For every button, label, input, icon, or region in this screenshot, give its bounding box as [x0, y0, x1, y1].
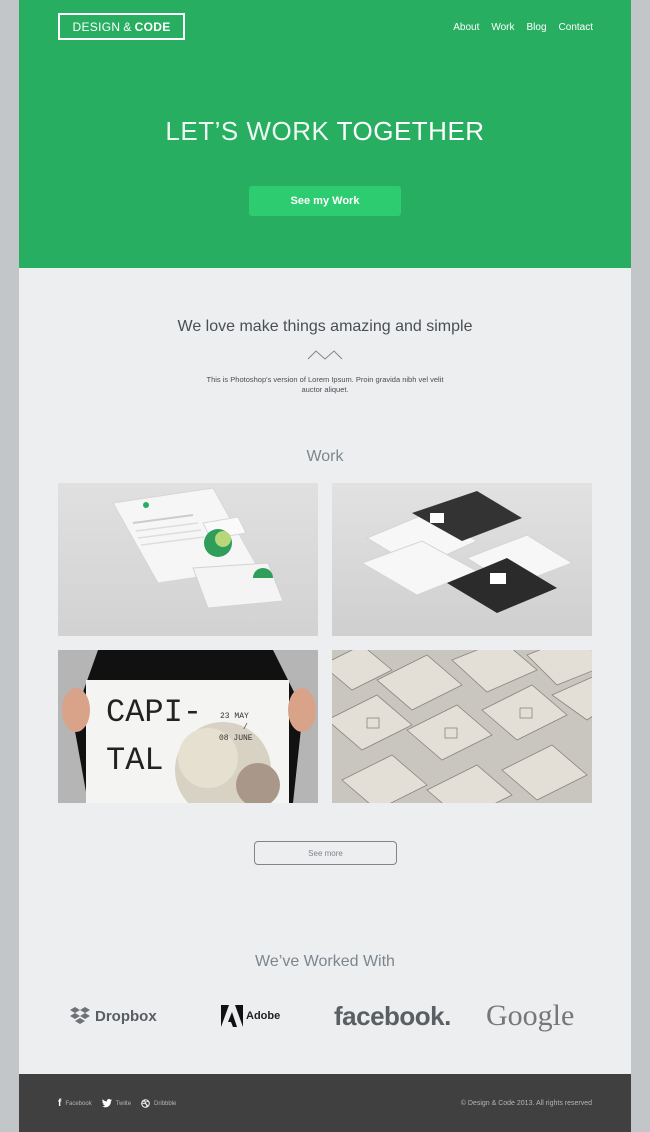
facebook-icon: f [58, 1098, 62, 1109]
clients-title: We’ve Worked With [255, 953, 395, 970]
logo-text-design: DESIGN [72, 19, 121, 34]
hero-title: LET’S WORK TOGETHER [19, 116, 631, 147]
poster-title-line1: CAPI- [106, 694, 203, 731]
work-tile-card-grid[interactable] [332, 650, 592, 803]
intro-text: This is Photoshop's version of Lorem Ips… [206, 375, 444, 394]
work-tile-stationery[interactable] [58, 483, 318, 636]
dropbox-icon [70, 1007, 90, 1024]
dribbble-icon [141, 1099, 150, 1108]
social-label-dribbble: Dribbble [154, 1100, 177, 1107]
zigzag-divider-icon [307, 350, 343, 360]
client-logo-facebook: facebook. [334, 996, 451, 1036]
client-logo-google: Google [486, 996, 574, 1036]
stationery-mockup-image [112, 487, 284, 609]
page: DESIGN & CODE About Work Blog Contact LE… [19, 0, 631, 1132]
nav-contact[interactable]: Contact [559, 22, 593, 33]
logo-text-code: CODE [134, 19, 171, 34]
see-more-button[interactable]: See more [254, 841, 397, 865]
poster-date-slash: / [243, 723, 248, 732]
hero-title-light: LET’S WORK [165, 116, 330, 146]
work-tile-poster[interactable]: CAPI- TAL 23 MAY / 08 JUNE [58, 650, 318, 803]
facebook-wordmark: facebook. [334, 1000, 451, 1031]
see-my-work-button[interactable]: See my Work [249, 186, 401, 216]
social-link-twitter[interactable]: Twiite [101, 1099, 132, 1108]
nav-about[interactable]: About [453, 22, 479, 33]
client-logo-dropbox: Dropbox [69, 996, 157, 1036]
copyright-text: © Design & Code 2013. All rights reserve… [460, 1100, 592, 1107]
intro-title: We love make things amazing and simple [177, 318, 473, 335]
main-nav: About Work Blog Contact [453, 22, 593, 33]
work-section-title: Work [306, 448, 344, 465]
logo-ampersand: & [123, 19, 132, 34]
social-link-dribbble[interactable]: Dribbble [141, 1099, 176, 1108]
adobe-wordmark: Adobe [246, 1010, 281, 1022]
social-link-facebook[interactable]: f Facebook [58, 1098, 92, 1109]
social-links: f Facebook Twiite Dribbble [58, 1098, 176, 1109]
client-logo-adobe: Adobe [221, 996, 280, 1036]
google-wordmark: Google [486, 999, 575, 1032]
poster-date-end: 08 JUNE [219, 734, 253, 743]
nav-work[interactable]: Work [491, 22, 514, 33]
social-label-facebook: Facebook [65, 1100, 92, 1107]
footer: f Facebook Twiite Dribbble © Design & Co… [19, 1074, 631, 1132]
site-logo[interactable]: DESIGN & CODE [58, 13, 185, 40]
work-tile-business-cards[interactable] [332, 483, 592, 636]
business-cards-mockup-image [360, 491, 574, 613]
card-grid-mockup-image [332, 650, 592, 803]
dropbox-wordmark: Dropbox [95, 1007, 157, 1025]
hero-title-bold: TOGETHER [336, 116, 485, 146]
nav-blog[interactable]: Blog [527, 22, 547, 33]
twitter-icon [101, 1099, 112, 1108]
adobe-icon [221, 1005, 243, 1027]
social-label-twitter: Twiite [115, 1100, 132, 1107]
poster-title-line2: TAL [106, 742, 164, 779]
poster-date-start: 23 MAY [220, 712, 249, 721]
hero-section: DESIGN & CODE About Work Blog Contact LE… [19, 0, 631, 268]
